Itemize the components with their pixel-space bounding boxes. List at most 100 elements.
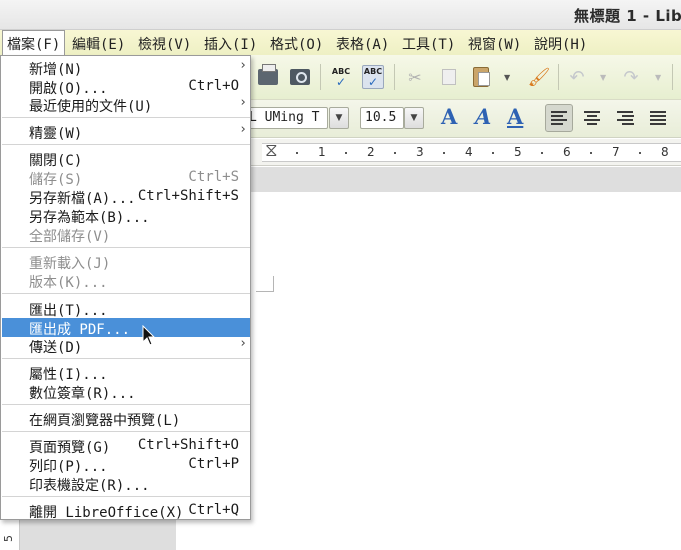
copy-icon xyxy=(442,69,456,85)
ruler-tick xyxy=(296,152,298,154)
align-left-button[interactable] xyxy=(545,104,573,132)
font-name-dropdown[interactable]: ▼ xyxy=(329,107,349,129)
menu-item-export-pdf[interactable]: 匯出成 PDF... xyxy=(2,318,250,338)
ruler-number: 5 xyxy=(514,145,522,159)
menu-item-save-as-template[interactable]: 另存為範本(B)... xyxy=(2,206,250,226)
clone-formatting-button[interactable]: 🖌 xyxy=(526,64,552,90)
align-right-button[interactable] xyxy=(611,104,639,132)
paste-button[interactable] xyxy=(468,64,494,90)
chevron-down-icon: ▼ xyxy=(410,113,418,123)
printer-icon xyxy=(258,64,278,85)
menu-item-save-as[interactable]: 另存新檔(A)... Ctrl+Shift+S xyxy=(2,187,250,207)
menu-item-preview-in-browser[interactable]: 在網頁瀏覽器中預覽(L) xyxy=(2,409,250,429)
menu-table[interactable]: 表格(A) xyxy=(336,34,389,54)
menu-item-properties[interactable]: 屬性(I)... xyxy=(2,363,250,383)
font-size-field[interactable]: 10.5 xyxy=(360,107,404,129)
print-button[interactable] xyxy=(255,64,281,90)
page-preview-icon xyxy=(290,69,310,85)
menu-tools[interactable]: 工具(T) xyxy=(402,34,455,54)
ruler-tick xyxy=(345,152,347,154)
menu-insert[interactable]: 插入(I) xyxy=(204,34,257,54)
document-page[interactable] xyxy=(176,192,681,550)
cut-button[interactable]: ✂ xyxy=(402,64,428,90)
underline-icon[interactable]: A xyxy=(507,104,523,129)
menu-item-exit[interactable]: 離開 LibreOffice(X) Ctrl+Q xyxy=(2,501,250,521)
menu-separator xyxy=(2,358,250,359)
scissors-icon: ✂ xyxy=(408,67,422,87)
ruler-number: 6 xyxy=(563,145,571,159)
menu-separator xyxy=(2,247,250,248)
justify-button[interactable] xyxy=(644,104,672,132)
italic-icon[interactable]: A xyxy=(475,104,491,129)
menu-item-print[interactable]: 列印(P)... Ctrl+P xyxy=(2,455,250,475)
ruler-number: 7 xyxy=(612,145,620,159)
undo-dropdown-arrow[interactable]: ▼ xyxy=(600,73,606,82)
menu-item-close[interactable]: 關閉(C) xyxy=(2,149,250,169)
submenu-arrow-icon: › xyxy=(239,95,247,110)
ruler-tick xyxy=(590,152,592,154)
bold-icon[interactable]: A xyxy=(441,104,457,129)
align-center-button[interactable] xyxy=(578,104,606,132)
clipboard-icon xyxy=(473,67,490,87)
menu-edit[interactable]: 編輯(E) xyxy=(72,34,125,54)
mouse-pointer-icon xyxy=(142,325,156,346)
menu-item-export[interactable]: 匯出(T)... xyxy=(2,299,250,319)
menu-separator xyxy=(2,431,250,432)
redo-button[interactable]: ↷ xyxy=(618,64,644,90)
menu-separator xyxy=(2,496,250,497)
file-menu-dropdown: 新增(N) › 開啟(O)... Ctrl+O 最近使用的文件(U) › 精靈(W) ›… xyxy=(0,55,251,521)
toolbar-separator xyxy=(394,64,395,90)
submenu-arrow-icon: › xyxy=(239,122,247,137)
ruler-number: 3 xyxy=(416,145,424,159)
menu-help[interactable]: 說明(H) xyxy=(534,34,587,54)
menu-item-page-preview[interactable]: 頁面預覽(G) Ctrl+Shift+O xyxy=(2,436,250,456)
ruler-tick xyxy=(443,152,445,154)
copy-button[interactable] xyxy=(436,64,462,90)
ruler-number: 2 xyxy=(367,145,375,159)
window-title: 無標題 1 - Lib xyxy=(574,7,681,25)
spellcheck-icon: ABC ✓ xyxy=(331,67,351,89)
redo-dropdown-arrow[interactable]: ▼ xyxy=(655,73,661,82)
indent-marker-icon[interactable]: ⧖ xyxy=(265,142,278,160)
menu-item-send[interactable]: 傳送(D) › xyxy=(2,336,250,356)
vertical-ruler-number: 5 xyxy=(2,535,15,542)
toolbar-separator xyxy=(672,64,673,90)
page-preview-button[interactable] xyxy=(287,64,313,90)
ruler-tick xyxy=(541,152,543,154)
menu-separator xyxy=(2,117,250,118)
menu-item-recent-documents[interactable]: 最近使用的文件(U) › xyxy=(2,95,250,115)
menu-format[interactable]: 格式(O) xyxy=(270,34,323,54)
undo-button[interactable]: ↶ xyxy=(564,64,590,90)
title-bar: 無標題 1 - Lib xyxy=(0,0,681,30)
menu-item-open[interactable]: 開啟(O)... Ctrl+O xyxy=(2,77,250,97)
menu-item-wizards[interactable]: 精靈(W) › xyxy=(2,122,250,142)
ruler-number: 1 xyxy=(318,145,326,159)
ruler-tick xyxy=(492,152,494,154)
menu-view[interactable]: 檢視(V) xyxy=(138,34,191,54)
menu-window[interactable]: 視窗(W) xyxy=(468,34,521,54)
menu-item-printer-settings[interactable]: 印表機設定(R)... xyxy=(2,474,250,494)
font-name-field[interactable]: L UMing T xyxy=(244,107,328,129)
menu-bar: 檔案(F) 編輯(E) 檢視(V) 插入(I) 格式(O) 表格(A) 工具(T… xyxy=(0,30,681,56)
paintbrush-icon: 🖌 xyxy=(527,66,551,88)
submenu-arrow-icon: › xyxy=(239,58,247,73)
menu-item-new[interactable]: 新增(N) › xyxy=(2,58,250,78)
chevron-down-icon: ▼ xyxy=(335,113,343,123)
standard-toolbar xyxy=(250,55,681,100)
toolbar-separator xyxy=(320,64,321,90)
menu-item-save-all: 全部儲存(V) xyxy=(29,229,111,245)
paste-dropdown-arrow[interactable]: ▼ xyxy=(504,73,510,82)
autospellcheck-icon: ABC ✓ xyxy=(361,65,385,89)
font-size-dropdown[interactable]: ▼ xyxy=(404,107,424,129)
ruler-number: 4 xyxy=(465,145,473,159)
menu-item-digital-signatures[interactable]: 數位簽章(R)... xyxy=(2,382,250,402)
menu-item-versions: 版本(K)... xyxy=(29,275,108,291)
spellcheck-button[interactable]: ABC ✓ xyxy=(328,64,354,90)
ruler-number: 8 xyxy=(661,145,669,159)
menu-item-reload: 重新載入(J) xyxy=(29,256,111,272)
autospellcheck-button[interactable]: ABC ✓ xyxy=(360,64,386,90)
text-boundary-corner xyxy=(256,276,274,292)
ruler-tick xyxy=(394,152,396,154)
redo-icon: ↷ xyxy=(623,66,639,88)
menu-file[interactable]: 檔案(F) xyxy=(2,30,66,56)
